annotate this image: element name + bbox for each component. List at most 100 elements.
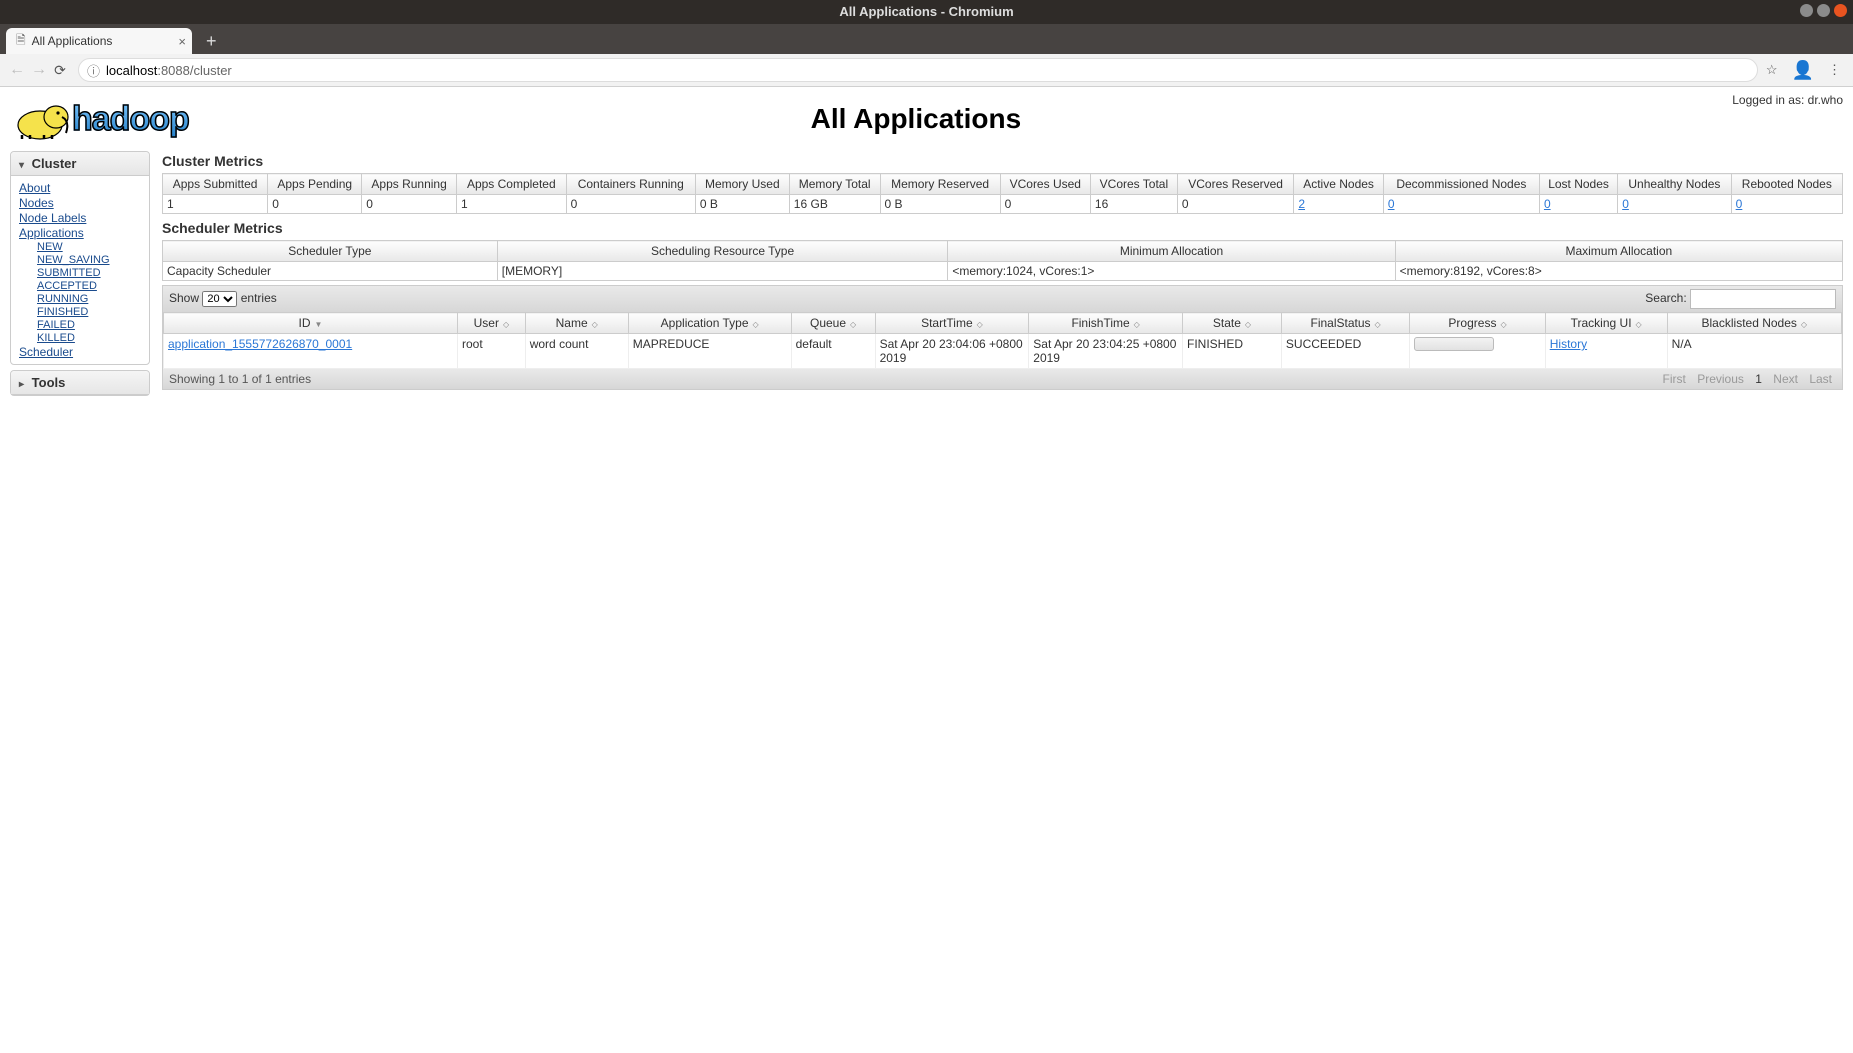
sidebar-link-nodes[interactable]: Nodes bbox=[19, 196, 141, 210]
scheduler-metrics-cell: [MEMORY] bbox=[497, 262, 948, 281]
apps-header[interactable]: Blacklisted Nodes◇ bbox=[1667, 313, 1841, 334]
apps-header[interactable]: FinishTime◇ bbox=[1029, 313, 1183, 334]
pager-first[interactable]: First bbox=[1663, 372, 1686, 386]
sidebar-link-new-saving[interactable]: NEW_SAVING bbox=[37, 254, 141, 266]
pager-last[interactable]: Last bbox=[1809, 372, 1832, 386]
apps-header[interactable]: Tracking UI◇ bbox=[1545, 313, 1667, 334]
sort-icon: ◇ bbox=[1500, 320, 1506, 329]
cluster-metrics-link[interactable]: 2 bbox=[1298, 197, 1305, 211]
cluster-metrics-header: Containers Running bbox=[566, 174, 695, 195]
main-content: Cluster Metrics Apps SubmittedApps Pendi… bbox=[162, 151, 1843, 390]
cluster-metrics-header: Lost Nodes bbox=[1539, 174, 1617, 195]
cluster-metrics-header: Unhealthy Nodes bbox=[1618, 174, 1731, 195]
url-path: :8088/cluster bbox=[157, 63, 231, 78]
sidebar-cluster-header[interactable]: ▾ Cluster bbox=[11, 152, 149, 176]
page-title: All Applications bbox=[0, 103, 1843, 135]
sidebar-link-submitted[interactable]: SUBMITTED bbox=[37, 267, 141, 279]
sidebar-link-about[interactable]: About bbox=[19, 181, 141, 195]
browser-menu-icon[interactable]: ⋮ bbox=[1828, 62, 1841, 78]
nav-reload-button[interactable]: ⟳ bbox=[50, 62, 70, 79]
sidebar-link-running[interactable]: RUNNING bbox=[37, 293, 141, 305]
sort-icon: ◇ bbox=[977, 320, 983, 329]
apps-header[interactable]: Name◇ bbox=[525, 313, 628, 334]
cluster-metrics-header: Memory Used bbox=[695, 174, 789, 195]
sort-icon: ◇ bbox=[592, 320, 598, 329]
cell-queue: default bbox=[791, 334, 875, 369]
tab-title: All Applications bbox=[32, 34, 113, 48]
sidebar-link-new[interactable]: NEW bbox=[37, 241, 141, 253]
cell-starttime: Sat Apr 20 23:04:06 +0800 2019 bbox=[875, 334, 1029, 369]
pager-next[interactable]: Next bbox=[1773, 372, 1798, 386]
sort-icon: ◇ bbox=[1801, 320, 1807, 329]
cell-user: root bbox=[458, 334, 526, 369]
site-info-icon[interactable]: ⓘ bbox=[87, 61, 100, 80]
search-input[interactable] bbox=[1690, 289, 1836, 309]
sidebar-link-applications[interactable]: Applications bbox=[19, 226, 141, 240]
window-minimize-button[interactable] bbox=[1800, 4, 1813, 17]
url-host: localhost bbox=[106, 63, 157, 78]
tracking-ui-link[interactable]: History bbox=[1550, 337, 1587, 351]
pager-page-1[interactable]: 1 bbox=[1755, 372, 1762, 386]
scheduler-metrics-cell: <memory:8192, vCores:8> bbox=[1395, 262, 1842, 281]
tab-close-icon[interactable]: × bbox=[178, 34, 186, 49]
apps-header[interactable]: FinalStatus◇ bbox=[1281, 313, 1409, 334]
cluster-metrics-header: Rebooted Nodes bbox=[1731, 174, 1842, 195]
cluster-metrics-cell: 16 GB bbox=[789, 195, 880, 214]
cluster-metrics-header: Memory Reserved bbox=[880, 174, 1000, 195]
cell-name: word count bbox=[525, 334, 628, 369]
logged-in-text: Logged in as: dr.who bbox=[1732, 93, 1843, 107]
table-row: application_1555772626870_0001 root word… bbox=[164, 334, 1842, 369]
url-input[interactable]: ⓘ localhost:8088/cluster bbox=[78, 58, 1758, 82]
sidebar-link-accepted[interactable]: ACCEPTED bbox=[37, 280, 141, 292]
cluster-metrics-link[interactable]: 0 bbox=[1388, 197, 1395, 211]
apps-header[interactable]: ID▼ bbox=[164, 313, 458, 334]
apps-header[interactable]: Queue◇ bbox=[791, 313, 875, 334]
cluster-metrics-cell: 0 bbox=[1731, 195, 1842, 214]
sort-icon: ◇ bbox=[1245, 320, 1251, 329]
cluster-metrics-cell: 0 bbox=[268, 195, 362, 214]
cluster-metrics-link[interactable]: 0 bbox=[1736, 197, 1743, 211]
cell-progress bbox=[1410, 334, 1545, 369]
app-id-link[interactable]: application_1555772626870_0001 bbox=[168, 337, 352, 351]
browser-toolbar: ← → ⟳ ⓘ localhost:8088/cluster ☆ 👤 ⋮ bbox=[0, 54, 1853, 87]
applications-table-wrap: Show 20 entries Search: ID▼User◇Name◇App… bbox=[162, 285, 1843, 390]
scheduler-metrics-cell: Capacity Scheduler bbox=[163, 262, 498, 281]
bookmark-star-icon[interactable]: ☆ bbox=[1766, 62, 1778, 78]
sidebar-link-failed[interactable]: FAILED bbox=[37, 319, 141, 331]
sort-desc-icon: ▼ bbox=[315, 320, 323, 329]
scheduler-metrics-header: Scheduler Type bbox=[163, 241, 498, 262]
sidebar-tools-header[interactable]: ▸ Tools bbox=[11, 371, 149, 395]
apps-header[interactable]: Progress◇ bbox=[1410, 313, 1545, 334]
pager-prev[interactable]: Previous bbox=[1697, 372, 1744, 386]
apps-header[interactable]: StartTime◇ bbox=[875, 313, 1029, 334]
entries-label: entries bbox=[241, 291, 277, 305]
cluster-metrics-header: Memory Total bbox=[789, 174, 880, 195]
sort-icon: ◇ bbox=[850, 320, 856, 329]
browser-tab[interactable]: 🗎 All Applications × bbox=[6, 28, 192, 54]
cluster-metrics-cell: 1 bbox=[163, 195, 268, 214]
scheduler-metrics-table: Scheduler TypeScheduling Resource TypeMi… bbox=[162, 240, 1843, 281]
sidebar-link-node-labels[interactable]: Node Labels bbox=[19, 211, 141, 225]
cluster-metrics-cell: 1 bbox=[456, 195, 566, 214]
sidebar-link-finished[interactable]: FINISHED bbox=[37, 306, 141, 318]
page-size-select[interactable]: 20 bbox=[202, 291, 237, 307]
apps-header[interactable]: State◇ bbox=[1182, 313, 1281, 334]
nav-forward-button[interactable]: → bbox=[28, 61, 50, 79]
cluster-metrics-cell: 0 B bbox=[695, 195, 789, 214]
cell-state: FINISHED bbox=[1182, 334, 1281, 369]
new-tab-button[interactable]: + bbox=[206, 28, 217, 54]
cluster-metrics-cell: 0 bbox=[362, 195, 457, 214]
window-maximize-button[interactable] bbox=[1817, 4, 1830, 17]
chevron-down-icon: ▾ bbox=[19, 160, 24, 171]
sidebar-link-killed[interactable]: KILLED bbox=[37, 332, 141, 344]
apps-header[interactable]: User◇ bbox=[458, 313, 526, 334]
cluster-metrics-link[interactable]: 0 bbox=[1622, 197, 1629, 211]
scheduler-metrics-title: Scheduler Metrics bbox=[162, 220, 1843, 236]
apps-header[interactable]: Application Type◇ bbox=[628, 313, 791, 334]
cluster-metrics-header: VCores Used bbox=[1000, 174, 1090, 195]
nav-back-button[interactable]: ← bbox=[6, 61, 28, 79]
cluster-metrics-link[interactable]: 0 bbox=[1544, 197, 1551, 211]
sidebar-link-scheduler[interactable]: Scheduler bbox=[19, 345, 141, 359]
window-close-button[interactable] bbox=[1834, 4, 1847, 17]
profile-icon[interactable]: 👤 bbox=[1792, 60, 1814, 81]
